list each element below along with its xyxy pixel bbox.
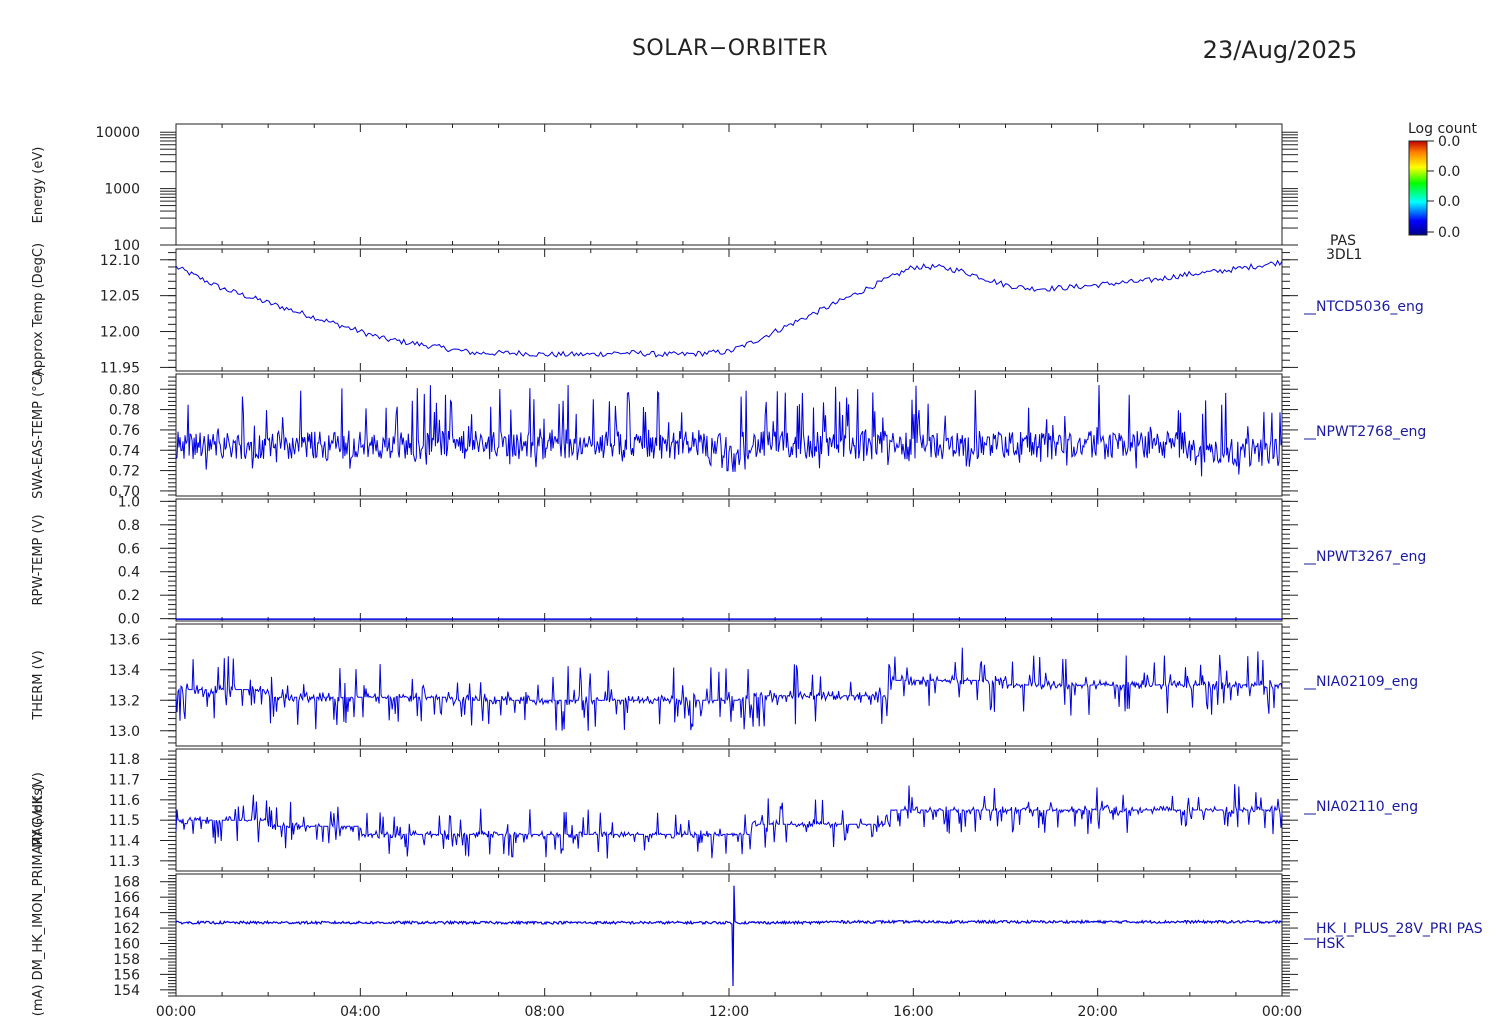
- panel-frame: [175, 498, 1283, 622]
- series-line: [175, 259, 1283, 358]
- series-line: [175, 384, 1283, 477]
- y-tick-label: 166: [113, 890, 140, 906]
- y-tick-label: 0.78: [109, 403, 140, 419]
- x-axis: 00:00 04:00 08:00 12:00 16:00 20:00 00:00: [156, 1004, 1302, 1020]
- y-tick-label: 11.3: [109, 854, 140, 870]
- panel-7: 154156158160162164166168 HK_I_PLUS_28V_PR…: [113, 873, 1483, 999]
- y-tick-label: 11.4: [109, 834, 140, 850]
- y-tick-label: 11.5: [109, 813, 140, 829]
- colorbar-tick-label: 0.0: [1438, 134, 1460, 150]
- colorbar-tick-label: 0.0: [1438, 164, 1460, 180]
- panel-1: 100100010000PAS3DL1: [95, 123, 1362, 263]
- y-tick-label: 11.95: [100, 360, 140, 376]
- panel-4: 0.0 0.2 0.4 0.6 0.8 1.0 NPWT3267_eng: [118, 494, 1427, 627]
- y-tick-label: 160: [113, 936, 140, 952]
- y-tick-label: 12.05: [100, 289, 140, 305]
- x-tick-label: 04:00: [340, 1004, 380, 1020]
- panel-right-label: 3DL1: [1326, 247, 1362, 263]
- y-tick-label: 154: [113, 983, 140, 999]
- panel-right-label: NPWT3267_eng: [1316, 549, 1426, 565]
- y-tick-label: 164: [113, 906, 140, 922]
- x-tick-label: 08:00: [524, 1004, 564, 1020]
- y-tick-label: 0.76: [109, 423, 140, 439]
- y-axis-label: SWA-EAS-TEMP (°C): [31, 371, 46, 499]
- panel-frame: [175, 873, 1283, 997]
- y-tick-label: 12.10: [100, 253, 140, 269]
- y-axis-label: Approx Temp (DegC): [31, 243, 46, 377]
- y-tick-label: 0.72: [109, 464, 140, 480]
- panel-5: 13.0 13.2 13.4 13.6 NIA02109_eng: [109, 623, 1418, 747]
- y-tick-label: 1000: [104, 182, 140, 198]
- x-tick-label: 12:00: [709, 1004, 749, 1020]
- y-tick-label: 13.0: [109, 724, 140, 740]
- y-tick-label: 10000: [95, 125, 140, 141]
- panel-6: 11.3 11.4 11.5 11.6 11.7 11.8 NIA02110_eng: [109, 748, 1418, 872]
- panel-right-label: NIA02110_eng: [1316, 799, 1418, 815]
- colorbar-tick-label: 0.0: [1438, 194, 1460, 210]
- y-tick-label: 12.00: [100, 325, 140, 341]
- stacked-timeseries-plot: 100100010000PAS3DL111.9512.0012.0512.10N…: [31, 121, 1483, 1020]
- y-tick-label: 0.2: [118, 588, 140, 604]
- series-line: [175, 784, 1283, 859]
- x-tick-label: 20:00: [1077, 1004, 1117, 1020]
- y-tick-label: 13.4: [109, 663, 140, 679]
- x-tick-label: 00:00: [156, 1004, 196, 1020]
- panel-2: 11.95 12.00 12.05 12.10 NTCD5036_eng: [100, 248, 1424, 376]
- panel-frame: [175, 123, 1283, 246]
- x-tick-label: 00:00: [1262, 1004, 1302, 1020]
- colorbar-tick-label: 0.0: [1438, 225, 1460, 241]
- y-axis-label: RPW-TEMP (V): [31, 514, 46, 605]
- panel-3: 0.700.720.740.760.780.80NPWT2768_eng: [109, 373, 1426, 500]
- y-tick-label: 0.0: [118, 612, 140, 628]
- panel-right-label: HK_I_PLUS_28V_PRI PAS: [1316, 921, 1483, 937]
- series-line: [175, 885, 1283, 987]
- colorbar-gradient: [1408, 140, 1428, 236]
- y-tick-label: 158: [113, 952, 140, 968]
- y-axis-label: Energy (eV): [31, 147, 46, 224]
- y-axis-label: THERM (V): [31, 650, 46, 720]
- y-tick-label: 13.6: [109, 632, 140, 648]
- y-tick-label: 0.80: [109, 382, 140, 398]
- y-tick-label: 168: [113, 875, 140, 891]
- y-tick-label: 11.8: [109, 752, 140, 768]
- panel-right-label: NTCD5036_eng: [1316, 299, 1424, 315]
- y-tick-label: 13.2: [109, 693, 140, 709]
- y-tick-label: 11.7: [109, 773, 140, 789]
- y-tick-label: 1.0: [118, 494, 140, 510]
- y-axis-label: (mA) DM_HK_IMON_PRIMARY (Volts): [31, 784, 46, 1016]
- y-tick-label: 100: [113, 238, 140, 254]
- y-tick-label: 156: [113, 967, 140, 983]
- panel-right-label: HSK: [1316, 936, 1345, 952]
- y-tick-label: 0.8: [118, 518, 140, 534]
- colorbar: Log count0.00.00.00.0: [1408, 121, 1477, 241]
- y-tick-label: 11.6: [109, 793, 140, 809]
- y-tick-label: 162: [113, 921, 140, 937]
- panel-frame: [175, 248, 1283, 372]
- panel-right-label: NIA02109_eng: [1316, 674, 1418, 690]
- x-tick-label: 16:00: [893, 1004, 933, 1020]
- y-tick-label: 0.74: [109, 443, 140, 459]
- y-axis-labels: Energy (eV) Approx Temp (DegC)SWA-EAS-TEM…: [31, 147, 46, 1017]
- panel-right-label: NPWT2768_eng: [1316, 424, 1426, 440]
- series-line: [175, 647, 1283, 731]
- y-tick-label: 0.6: [118, 541, 140, 557]
- y-tick-label: 0.4: [118, 565, 140, 581]
